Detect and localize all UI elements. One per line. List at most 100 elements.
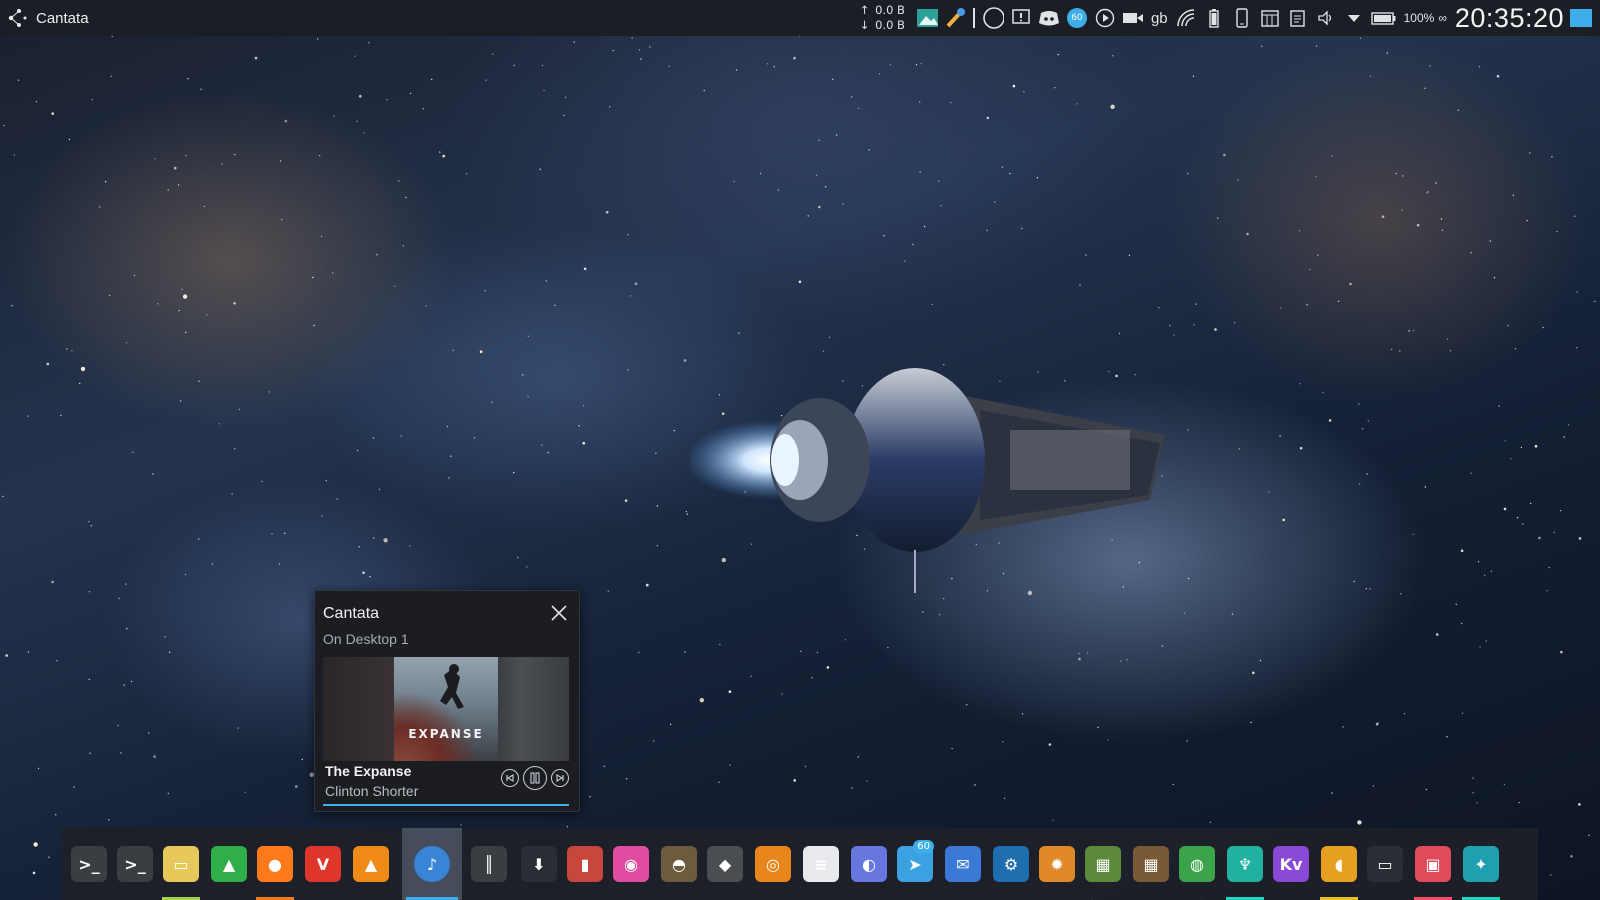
star <box>811 677 813 679</box>
dock-item-gitkraken[interactable]: ♆ <box>1222 828 1268 900</box>
skip-back-icon <box>506 774 514 782</box>
star <box>513 471 515 474</box>
star <box>1331 792 1333 794</box>
next-track-button[interactable] <box>551 769 569 787</box>
color-picker-icon[interactable] <box>944 7 966 29</box>
star <box>640 58 642 60</box>
dock-item-osu[interactable]: ◖ <box>1316 828 1362 900</box>
dock-item-minecraft-2[interactable]: ▦ <box>1128 828 1174 900</box>
dock-item-cantata[interactable]: ♪ <box>402 828 462 900</box>
star <box>950 101 952 104</box>
star <box>1412 533 1415 536</box>
star <box>1209 821 1212 823</box>
phone-icon[interactable] <box>1231 7 1253 29</box>
star <box>1184 612 1186 614</box>
playback-progress-bar[interactable] <box>323 804 569 806</box>
star <box>938 180 940 182</box>
dock-item-archive-manager[interactable]: ▮ <box>562 828 608 900</box>
circle-icon[interactable] <box>982 7 1004 29</box>
expand-tray-icon[interactable] <box>1343 7 1365 29</box>
star <box>513 64 515 67</box>
telegram-badge: 60 <box>913 840 934 853</box>
dock-item-firefox[interactable]: ● <box>252 828 298 900</box>
digital-clock[interactable]: 20:35:20 <box>1455 3 1564 34</box>
dock-item-screen[interactable]: ▭ <box>1362 828 1408 900</box>
battery-icon[interactable] <box>1370 7 1397 29</box>
star <box>733 180 735 183</box>
dock-item-photo-app[interactable]: ▣ <box>1410 828 1456 900</box>
dock-item-kdenlive[interactable]: Kv <box>1268 828 1314 900</box>
dock-item-vivaldi[interactable]: V <box>300 828 346 900</box>
star <box>582 441 586 445</box>
star <box>919 171 921 173</box>
minecraft-icon: ▦ <box>1085 846 1121 882</box>
dock-item-audio-mixer[interactable]: ║ <box>466 828 512 900</box>
dock-item-minecraft[interactable]: ▦ <box>1080 828 1126 900</box>
dock-item-vlc[interactable]: ▲ <box>348 828 394 900</box>
clipboard-icon[interactable] <box>1287 7 1309 29</box>
volume-icon[interactable] <box>1315 7 1337 29</box>
dock-item-terminal-1[interactable]: >_ <box>66 828 112 900</box>
show-desktop-button[interactable] <box>1570 9 1592 27</box>
star <box>1322 391 1324 394</box>
dock-item-file-manager[interactable]: ▭ <box>158 828 204 900</box>
dock-item-thunderbird[interactable]: ✉ <box>940 828 986 900</box>
pause-button[interactable] <box>523 766 547 790</box>
network-speed-monitor[interactable]: ↑ 0.0 B ↓ 0.0 B <box>857 3 905 33</box>
battery-remaining: ∞ <box>1438 11 1447 25</box>
star <box>1542 326 1544 329</box>
dock-item-color-app[interactable]: ◉ <box>608 828 654 900</box>
dock-item-telegram[interactable]: ➤ 60 <box>892 828 938 900</box>
close-icon[interactable] <box>549 603 569 623</box>
dock-item-android-studio[interactable]: ◍ <box>1174 828 1220 900</box>
discord-icon[interactable] <box>1038 7 1060 29</box>
notification-warning-icon[interactable] <box>1010 7 1032 29</box>
dock-item-system-monitor[interactable]: ▲ <box>206 828 252 900</box>
dock-item-discord[interactable]: ◐ <box>846 828 892 900</box>
star <box>824 186 827 188</box>
star <box>836 134 838 136</box>
dock-item-document-viewer[interactable]: ≡ <box>798 828 844 900</box>
dock-item-gimp[interactable]: ◓ <box>656 828 702 900</box>
star <box>816 651 818 654</box>
calculator-icon[interactable] <box>1259 7 1281 29</box>
star <box>868 149 870 151</box>
dock-item-blender[interactable]: ◎ <box>750 828 796 900</box>
media-controls <box>501 766 569 790</box>
downloader-icon: ⬇ <box>521 846 557 882</box>
application-launcher[interactable]: Cantata <box>6 0 89 36</box>
camera-icon[interactable] <box>1122 7 1144 29</box>
star <box>564 96 567 99</box>
top-panel: Cantata ↑ 0.0 B ↓ 0.0 B 60 gb 100% ∞ 20:… <box>0 0 1600 36</box>
star <box>653 740 655 742</box>
star <box>321 515 323 517</box>
star <box>1261 45 1263 47</box>
astronaut-artwork <box>440 664 464 709</box>
media-play-icon[interactable] <box>1094 7 1116 29</box>
star <box>815 174 818 176</box>
image-viewer-icon[interactable] <box>916 7 938 29</box>
keyboard-layout-indicator[interactable]: gb <box>1151 10 1168 27</box>
dock-item-steam[interactable]: ⚙ <box>988 828 1034 900</box>
telegram-icon[interactable]: 60 <box>1066 7 1088 29</box>
dock-item-browser-round[interactable]: ✦ <box>1458 828 1504 900</box>
active-window-title[interactable]: Cantata <box>36 10 89 27</box>
star <box>402 245 404 247</box>
window-thumbnail[interactable]: EXPANSE <box>323 657 569 761</box>
star <box>1299 383 1301 385</box>
dock-item-downloader[interactable]: ⬇ <box>516 828 562 900</box>
dock-item-terminal-2[interactable]: >_ <box>112 828 158 900</box>
dock-item-inkscape[interactable]: ◆ <box>702 828 748 900</box>
star <box>120 752 122 754</box>
star <box>673 429 675 432</box>
star <box>807 215 809 217</box>
battery-small-icon[interactable] <box>1203 7 1225 29</box>
wifi-icon[interactable] <box>1175 7 1197 29</box>
dock-item-settings[interactable]: ✹ <box>1034 828 1080 900</box>
star <box>729 764 731 766</box>
star <box>1424 486 1427 488</box>
star <box>1390 348 1393 351</box>
star <box>431 78 433 81</box>
star <box>1493 277 1496 279</box>
previous-track-button[interactable] <box>501 769 519 787</box>
